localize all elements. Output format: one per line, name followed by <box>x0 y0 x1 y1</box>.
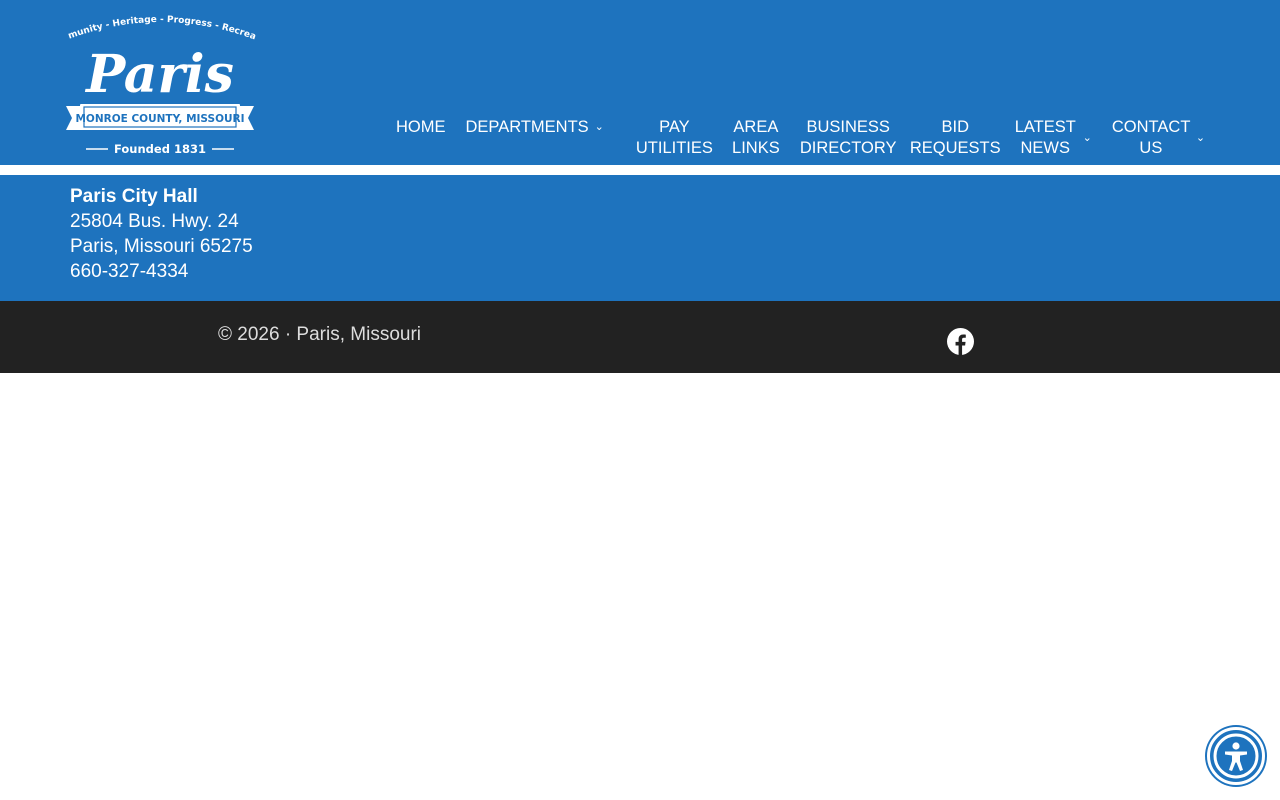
nav-item-label: BID REQUESTS <box>909 118 1001 157</box>
nav-item-label: PAY UTILITIES <box>635 118 713 157</box>
nav-item-label: AREA LINKS <box>732 118 780 157</box>
nav-item-latest-news[interactable]: LATEST NEWS ⌄ <box>1004 117 1102 159</box>
logo-arc-text: Community - Heritage - Progress - Recrea… <box>62 10 257 42</box>
main-navigation: HOME DEPARTMENTS ⌄ PAY UTILITIES AREA LI… <box>386 117 1212 161</box>
chevron-down-icon: ⌄ <box>1195 131 1206 144</box>
phone-number[interactable]: 660-327-4334 <box>70 259 253 284</box>
city-hall-info: Paris City Hall 25804 Bus. Hwy. 24 Paris… <box>0 175 1280 301</box>
logo-founded-text: Founded 1831 <box>114 142 206 156</box>
site-footer: © 2026 · Paris, Missouri <box>0 301 1280 373</box>
nav-item-business-directory[interactable]: BUSINESS DIRECTORY <box>790 117 900 159</box>
facebook-icon <box>947 328 974 355</box>
nav-item-label: HOME <box>396 118 446 136</box>
nav-item-pay-utilities[interactable]: PAY UTILITIES <box>626 117 722 159</box>
logo-wordmark: Paris <box>84 44 234 105</box>
nav-item-home[interactable]: HOME <box>386 117 456 138</box>
nav-item-area-links[interactable]: AREA LINKS <box>722 117 790 159</box>
paris-logo-graphic: Community - Heritage - Progress - Recrea… <box>62 10 257 156</box>
site-logo[interactable]: Community - Heritage - Progress - Recrea… <box>62 10 258 160</box>
city-hall-name: Paris City Hall <box>70 186 198 207</box>
nav-item-bid-requests[interactable]: BID REQUESTS <box>900 117 1004 159</box>
nav-item-label: DEPARTMENTS <box>465 118 589 136</box>
address-line-1: 25804 Bus. Hwy. 24 <box>70 211 239 232</box>
nav-item-label: LATEST NEWS <box>1014 118 1076 157</box>
copyright-text: © 2026 · Paris, Missouri <box>218 324 422 345</box>
nav-item-label: BUSINESS DIRECTORY <box>799 118 897 157</box>
chevron-down-icon: ⌄ <box>1082 131 1092 144</box>
nav-item-departments[interactable]: DEPARTMENTS ⌄ <box>456 117 614 138</box>
contact-block: Paris City Hall 25804 Bus. Hwy. 24 Paris… <box>70 184 253 284</box>
site-header: Community - Heritage - Progress - Recrea… <box>0 0 1280 165</box>
address-line-2: Paris, Missouri 65275 <box>70 236 253 257</box>
accessibility-icon <box>1213 733 1259 779</box>
chevron-down-icon: ⌄ <box>594 121 604 133</box>
nav-item-contact-us[interactable]: CONTACT US ⌄ <box>1102 117 1212 159</box>
header-divider <box>0 165 1280 175</box>
nav-item-label: CONTACT US <box>1111 118 1191 157</box>
logo-banner-text: MONROE COUNTY, MISSOURI <box>75 113 244 125</box>
accessibility-button[interactable] <box>1207 727 1265 785</box>
facebook-link[interactable] <box>947 328 974 355</box>
